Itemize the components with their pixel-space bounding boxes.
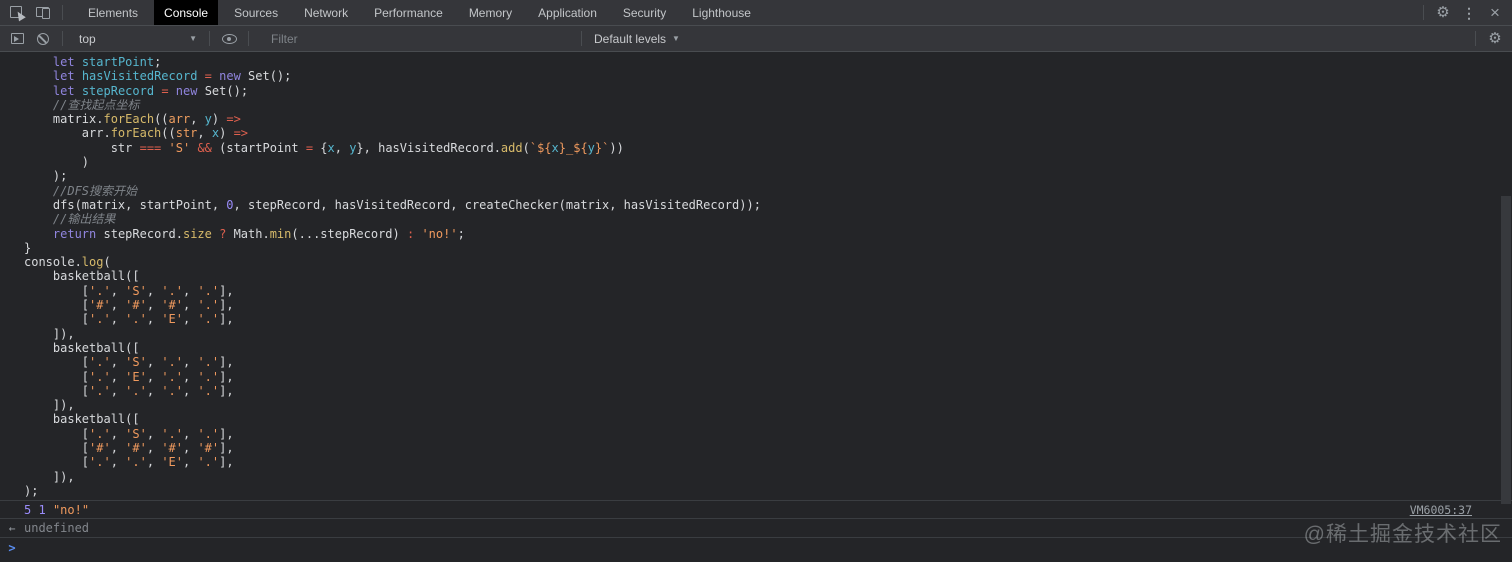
console-output: let startPoint; let hasVisitedRecord = n… — [0, 52, 1512, 562]
code-line: basketball([ — [24, 269, 140, 284]
console-settings-button[interactable]: ⚙ — [1482, 26, 1508, 51]
code-line: ) — [24, 155, 90, 170]
code-line: arr.forEach((str, x) => — [24, 126, 249, 141]
toolbar-separator — [248, 31, 249, 46]
devtools-tabbar: Elements Console Sources Network Performance… — [0, 0, 1512, 26]
tab-memory[interactable]: Memory — [459, 0, 522, 25]
tabbar-right-controls: ⚙ ⋮ × — [1417, 0, 1512, 25]
code-line: ['.', '.', 'E', '.'], — [24, 455, 234, 470]
clear-console-icon — [37, 32, 49, 45]
gear-icon: ⚙ — [1436, 4, 1450, 21]
more-options-button[interactable]: ⋮ — [1456, 0, 1482, 25]
context-selector-value: top — [79, 31, 96, 46]
chevron-down-icon: ▼ — [189, 34, 197, 43]
tab-application[interactable]: Application — [528, 0, 607, 25]
log-levels-dropdown[interactable]: Default levels ▼ — [588, 32, 686, 46]
close-icon: × — [1490, 3, 1500, 22]
console-toolbar-right: ⚙ — [1469, 26, 1512, 51]
toggle-console-sidebar-button[interactable] — [4, 26, 30, 51]
code-line: str === 'S' && (startPoint = {x, y}, has… — [24, 140, 624, 155]
result-values: 5 1 "no!" — [24, 502, 90, 517]
prompt-chevron-icon: > — [8, 540, 16, 555]
toolbar-separator — [1423, 5, 1424, 20]
code-line: ['#', '#', '#', '.'], — [24, 298, 234, 313]
tab-console[interactable]: Console — [154, 0, 219, 25]
code-line: ['.', 'S', '.', '.'], — [24, 426, 234, 441]
filter-input[interactable] — [269, 30, 575, 47]
tab-sources[interactable]: Sources — [224, 0, 288, 25]
vertical-scrollbar-thumb[interactable] — [1501, 196, 1511, 504]
tab-network[interactable]: Network — [294, 0, 358, 25]
console-result-row: 5 1 "no!" VM6005:37 — [0, 501, 1512, 520]
chevron-down-icon: ▼ — [672, 34, 680, 43]
code-line: //DFS搜索开始 — [24, 183, 138, 198]
code-line: ['.', '.', '.', '.'], — [24, 383, 234, 398]
code-line: ); — [24, 483, 39, 498]
gear-icon: ⚙ — [1488, 30, 1502, 47]
inspect-element-button[interactable] — [4, 0, 30, 25]
tab-elements[interactable]: Elements — [78, 0, 148, 25]
code-line: return stepRecord.size ? Math.min(...ste… — [52, 226, 465, 241]
close-devtools-button[interactable]: × — [1482, 0, 1508, 25]
code-line: //查找起点坐标 — [24, 97, 140, 112]
create-live-expression-button[interactable] — [216, 26, 242, 51]
toolbar-separator — [581, 31, 582, 46]
return-value-row: ← undefined — [0, 519, 1512, 539]
tab-strip: Elements Console Sources Network Performance… — [75, 0, 764, 25]
console-toolbar: top ▼ Default levels ▼ ⚙ — [0, 26, 1512, 52]
toolbar-separator — [1475, 31, 1476, 46]
code-line: console.log( — [24, 255, 111, 270]
code-line: ['.', 'S', '.', '.'], — [24, 355, 234, 370]
code-line: dfs(matrix, startPoint, 0, stepRecord, h… — [24, 197, 761, 212]
settings-button[interactable]: ⚙ — [1430, 0, 1456, 25]
devtools-window: Elements Console Sources Network Performance… — [0, 0, 1512, 562]
code-line: ]), — [24, 326, 75, 341]
return-value-text: undefined — [24, 521, 90, 536]
toggle-device-toolbar-button[interactable] — [30, 0, 56, 25]
clear-console-button[interactable] — [30, 26, 56, 51]
inspect-cursor-icon — [10, 5, 24, 20]
code-line: let startPoint; — [52, 55, 162, 69]
toolbar-separator — [62, 31, 63, 46]
code-line: let hasVisitedRecord = new Set(); — [52, 69, 292, 84]
source-location-link[interactable]: VM6005:37 — [1410, 503, 1472, 517]
code-line: ); — [24, 169, 68, 184]
log-levels-label: Default levels — [594, 31, 667, 46]
console-prompt-row[interactable]: > — [0, 538, 1512, 557]
return-value-icon: ← — [8, 521, 16, 535]
javascript-context-selector[interactable]: top ▼ — [73, 32, 203, 46]
code-line: ['.', 'S', '.', '.'], — [24, 283, 234, 298]
code-line: matrix.forEach((arr, y) => — [24, 112, 241, 127]
tab-performance[interactable]: Performance — [364, 0, 453, 25]
code-line: let stepRecord = new Set(); — [52, 83, 249, 98]
kebab-menu-icon: ⋮ — [1462, 4, 1476, 21]
code-line: ['#', '#', '#', '#'], — [24, 441, 234, 456]
code-line: //输出结果 — [24, 212, 116, 227]
device-toolbar-icon — [36, 6, 50, 19]
code-line: basketball([ — [24, 412, 140, 427]
code-line: ['.', '.', 'E', '.'], — [24, 312, 234, 327]
console-code: let startPoint; let hasVisitedRecord = n… — [0, 52, 1512, 502]
toolbar-separator — [62, 5, 63, 20]
toolbar-separator — [209, 31, 210, 46]
code-line: ]), — [24, 469, 75, 484]
tab-lighthouse[interactable]: Lighthouse — [682, 0, 761, 25]
code-line: basketball([ — [24, 340, 140, 355]
code-line: ['.', 'E', '.', '.'], — [24, 369, 234, 384]
code-line: } — [24, 240, 32, 255]
eye-icon — [221, 33, 237, 44]
console-sidebar-icon — [10, 33, 24, 44]
code-line: ]), — [24, 398, 75, 413]
tab-security[interactable]: Security — [613, 0, 676, 25]
